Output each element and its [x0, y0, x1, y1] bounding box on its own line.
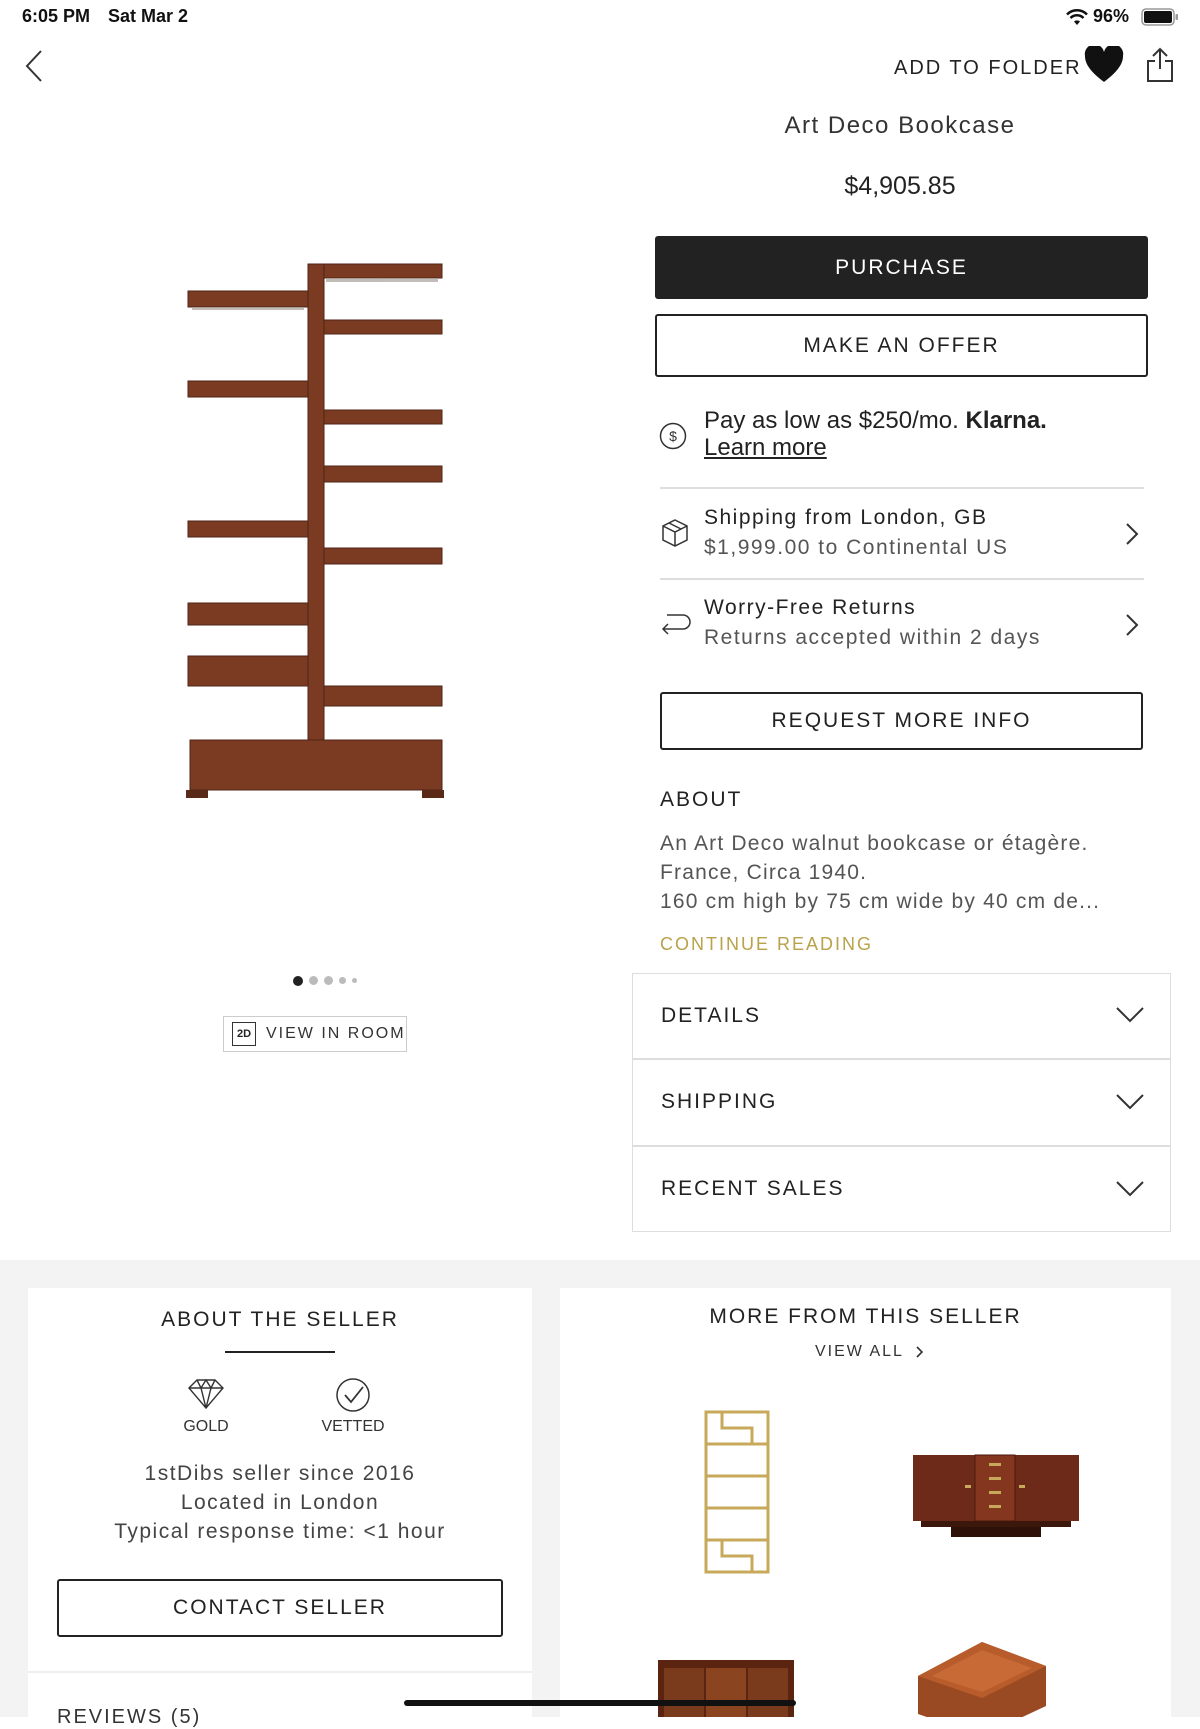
- favorite-button[interactable]: [1084, 44, 1124, 89]
- seller-item-thumbnail[interactable]: [702, 1408, 772, 1581]
- accordion-label: DETAILS: [661, 1004, 761, 1027]
- continue-reading-link[interactable]: CONTINUE READING: [660, 934, 873, 955]
- shipping-info-row[interactable]: Shipping from London, GB $1,999.00 to Co…: [655, 488, 1148, 578]
- view-all-label: VIEW ALL: [815, 1343, 904, 1360]
- chevron-right-icon: [1126, 523, 1139, 545]
- more-from-seller-card: MORE FROM THIS SELLER VIEW ALL: [560, 1288, 1171, 1717]
- carousel-dot[interactable]: [352, 978, 357, 984]
- box-icon: [662, 519, 688, 547]
- vetted-badge-label: VETTED: [321, 1418, 385, 1435]
- seller-item-thumbnail[interactable]: [911, 1451, 1081, 1544]
- reviews-link[interactable]: REVIEWS (5): [57, 1706, 201, 1729]
- battery-icon: [1141, 8, 1179, 31]
- divider: [28, 1671, 532, 1673]
- carousel-dot[interactable]: [309, 976, 318, 986]
- klarna-learn-more-link[interactable]: Learn more: [704, 434, 827, 461]
- 2d-icon: 2D: [232, 1022, 256, 1046]
- seller-since: 1stDibs seller since 2016: [144, 1462, 416, 1485]
- about-heading: ABOUT: [660, 788, 743, 811]
- share-icon: [1147, 47, 1173, 82]
- shipping-cost: $1,999.00 to Continental US: [704, 536, 1009, 559]
- accordion-label: SHIPPING: [661, 1090, 778, 1113]
- dollar-circle-icon: $: [659, 422, 687, 455]
- chevron-right-icon: [1126, 614, 1139, 636]
- carousel-dot[interactable]: [293, 975, 303, 986]
- status-time: 6:05 PM: [22, 6, 91, 26]
- return-arrow-icon: [661, 614, 691, 635]
- home-indicator[interactable]: [404, 1700, 796, 1706]
- about-line: France, Circa 1940.: [660, 861, 868, 884]
- purchase-button[interactable]: PURCHASE: [655, 236, 1148, 299]
- seller-item-thumbnail[interactable]: [912, 1636, 1052, 1717]
- gold-badge-label: GOLD: [183, 1418, 229, 1435]
- klarna-text: Pay as low as $250/mo.: [704, 407, 959, 434]
- seller-info: 1stDibs seller since 2016 Located in Lon…: [28, 1459, 532, 1546]
- about-seller-card: ABOUT THE SELLER GOLD VETTED 1stDibs sel…: [28, 1288, 532, 1728]
- returns-title: Worry-Free Returns: [704, 596, 917, 619]
- chevron-left-icon: [25, 50, 42, 82]
- view-in-room-label: VIEW IN ROOM: [266, 1025, 406, 1042]
- make-offer-button[interactable]: MAKE AN OFFER: [655, 314, 1148, 377]
- seller-location: Located in London: [180, 1491, 380, 1514]
- returns-policy: Returns accepted within 2 days: [704, 626, 1041, 649]
- check-circle-icon: [336, 1378, 370, 1412]
- carousel-dots[interactable]: [290, 972, 360, 990]
- accordion-label: RECENT SALES: [661, 1177, 845, 1200]
- about-seller-heading: ABOUT THE SELLER: [161, 1308, 399, 1331]
- seller-response-time: Typical response time: <1 hour: [114, 1520, 446, 1543]
- battery-percent: 96%: [1093, 6, 1130, 26]
- carousel-dot[interactable]: [339, 977, 346, 985]
- seller-item-thumbnail[interactable]: [656, 1658, 796, 1717]
- product-image[interactable]: [186, 258, 448, 803]
- returns-info-row[interactable]: Worry-Free Returns Returns accepted with…: [655, 579, 1148, 669]
- about-line: An Art Deco walnut bookcase or étagère.: [660, 832, 1089, 855]
- product-title: Art Deco Bookcase: [784, 112, 1016, 139]
- more-from-seller-heading: MORE FROM THIS SELLER: [709, 1305, 1022, 1328]
- request-more-info-button[interactable]: REQUEST MORE INFO: [660, 692, 1143, 750]
- about-description: An Art Deco walnut bookcase or étagère. …: [660, 829, 1150, 916]
- about-line: 160 cm high by 75 cm wide by 40 cm de...: [660, 890, 1101, 913]
- chevron-down-icon: [1116, 1094, 1144, 1110]
- svg-text:$: $: [669, 428, 677, 444]
- heart-icon: [1084, 44, 1124, 82]
- klarna-promo: Pay as low as $250/mo. Klarna. Learn mor…: [704, 407, 1144, 461]
- add-to-folder-button[interactable]: ADD TO FOLDER: [894, 57, 1082, 80]
- chevron-right-icon: [916, 1346, 923, 1358]
- view-in-room-button[interactable]: 2D VIEW IN ROOM: [223, 1016, 407, 1052]
- klarna-brand: Klarna.: [965, 407, 1047, 434]
- wifi-icon: [1066, 8, 1088, 31]
- product-price: $4,905.85: [844, 172, 956, 200]
- diamond-icon: [188, 1378, 224, 1410]
- chevron-down-icon: [1116, 1007, 1144, 1023]
- status-date: Sat Mar 2: [108, 6, 189, 26]
- view-all-link[interactable]: VIEW ALL: [815, 1343, 924, 1361]
- share-button[interactable]: [1146, 47, 1174, 88]
- heading-underline: [225, 1351, 335, 1353]
- back-button[interactable]: [24, 48, 44, 89]
- chevron-down-icon: [1116, 1181, 1144, 1197]
- accordion-recent-sales[interactable]: RECENT SALES: [632, 1146, 1171, 1232]
- accordion-details[interactable]: DETAILS: [632, 973, 1171, 1059]
- carousel-dot[interactable]: [324, 976, 333, 986]
- contact-seller-button[interactable]: CONTACT SELLER: [57, 1579, 503, 1637]
- accordion-shipping[interactable]: SHIPPING: [632, 1059, 1171, 1146]
- shipping-origin: Shipping from London, GB: [704, 506, 988, 529]
